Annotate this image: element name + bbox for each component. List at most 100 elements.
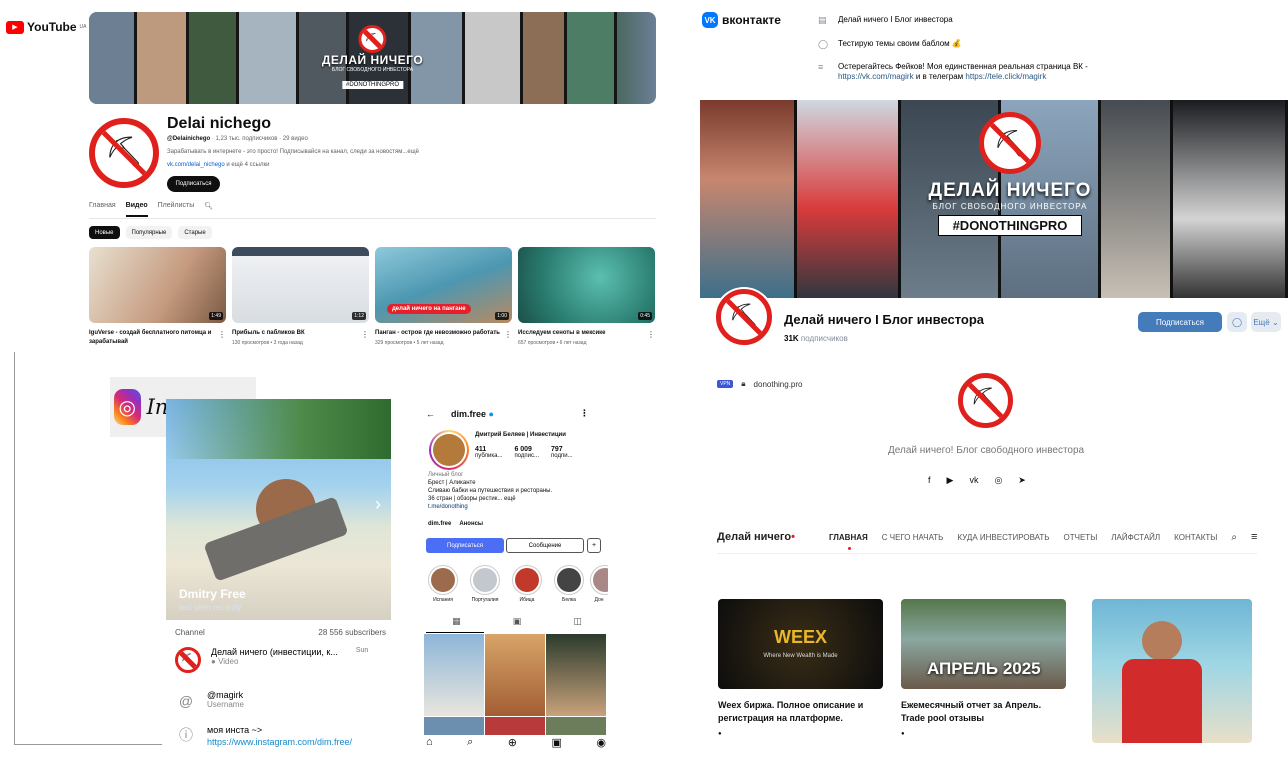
facebook-icon[interactable]: f [928, 475, 931, 486]
telegram-link[interactable]: https://tele.click/magirk [965, 72, 1046, 81]
site-logo[interactable]: ⛏ [958, 373, 1013, 428]
menu-icon[interactable]: ≡ [1251, 531, 1257, 543]
create-icon[interactable]: ⊕ [508, 736, 517, 749]
back-arrow-icon[interactable]: ← [426, 409, 435, 419]
add-user-icon[interactable]: + [587, 538, 601, 553]
article-card[interactable] [1092, 599, 1252, 743]
channel-meta: @Delainichego · 1,23 тыс. подписчиков · … [167, 136, 308, 142]
ig-stat-followers[interactable]: 6 009 подпис... [514, 446, 539, 459]
tagged-icon[interactable]: ◫ [573, 616, 582, 627]
channel-links[interactable]: vk.com/delai_nichego и ещё 4 ссылки [167, 162, 269, 168]
video-thumbnail[interactable]: 0:45 [518, 247, 655, 323]
nav-invest[interactable]: КУДА ИНВЕСТИРОВАТЬ [957, 533, 1049, 542]
more-icon[interactable]: ⋮ [580, 408, 589, 419]
nav-home[interactable]: ГЛАВНАЯ [829, 533, 868, 550]
nav-lifestyle[interactable]: ЛАЙФСТАЙЛ [1111, 533, 1160, 542]
vk-more-button[interactable]: Ещё ⌄ [1251, 312, 1281, 332]
threads-link[interactable]: dim.free [428, 521, 451, 527]
article-card[interactable]: WEEX Where New Wealth is Made Weex биржа… [718, 599, 883, 737]
grid-icon[interactable]: ▦ [452, 616, 461, 627]
article-image[interactable]: WEEX Where New Wealth is Made [718, 599, 883, 689]
video-card[interactable]: 1:12 Прибыль с пабликов ВК 130 просмотро… [232, 247, 369, 346]
vk-subscribe-button[interactable]: Подписаться [1138, 312, 1222, 332]
vk-logo[interactable]: VK вконтакте [702, 12, 781, 28]
reels-icon[interactable]: ▣ [552, 736, 562, 749]
telegram-channel-row[interactable]: ⛏ Делай ничего (инвестиции, к... Sun ● Vi… [175, 647, 368, 673]
more-icon[interactable]: ⋮ [361, 330, 369, 339]
article-title[interactable]: Weex биржа. Полное описание и регистраци… [718, 699, 883, 725]
ig-post[interactable] [424, 717, 484, 735]
subscribe-button[interactable]: Подписаться [167, 176, 220, 192]
video-title[interactable]: Исследуем сеноты в мексике [518, 329, 643, 338]
ig-highlight[interactable]: Дон [590, 565, 608, 603]
telegram-icon[interactable]: ➤ [1018, 475, 1026, 486]
site-domain[interactable]: donothing.pro [754, 380, 803, 389]
search-icon[interactable]: ⌕ [1231, 532, 1237, 543]
channel-description[interactable]: Зарабатывать в интернете - это просто! П… [167, 149, 419, 155]
ig-post[interactable] [485, 717, 545, 735]
youtube-logo[interactable]: ▶ YouTube UA [6, 20, 87, 34]
chip-new[interactable]: Новые [89, 226, 120, 239]
home-icon[interactable]: ⌂ [426, 736, 433, 749]
reels-icon[interactable]: ▣ [513, 616, 522, 627]
video-title[interactable]: Прибыль с пабликов ВК [232, 329, 357, 338]
article-image[interactable] [1092, 599, 1252, 743]
nav-contacts[interactable]: КОНТАКТЫ [1174, 533, 1217, 542]
video-title[interactable]: IguVerse - создай бесплатного питомца и … [89, 329, 214, 347]
channel-avatar[interactable]: ⛏ [89, 118, 159, 188]
more-icon[interactable]: ⋮ [647, 330, 655, 339]
vk-profile-link[interactable]: https://vk.com/magirk [838, 72, 914, 81]
ig-post[interactable] [546, 717, 606, 735]
ig-post[interactable] [424, 634, 484, 716]
channel-link-more[interactable]: и ещё 4 ссылки [226, 162, 269, 168]
announce-link[interactable]: Анонсы [459, 521, 483, 527]
video-title[interactable]: Панган - остров где невозможно работать [375, 329, 500, 338]
nav-reports[interactable]: ОТЧЕТЫ [1064, 533, 1098, 542]
ig-highlight[interactable]: Ибица [512, 565, 542, 603]
video-thumbnail[interactable]: 1:12 [232, 247, 369, 323]
more-icon[interactable]: ⋮ [504, 330, 512, 339]
ig-highlight[interactable]: Белка [554, 565, 584, 603]
ig-message-button[interactable]: Сообщение [506, 538, 584, 553]
vk-icon[interactable]: vk [969, 475, 978, 486]
chip-old[interactable]: Старые [178, 226, 212, 239]
telegram-username-row[interactable]: @ @magirk Username [175, 690, 244, 712]
video-card[interactable]: 0:45 Исследуем сеноты в мексике 657 прос… [518, 247, 655, 346]
vk-avatar[interactable]: ⛏ [714, 287, 774, 347]
ig-stat-following[interactable]: 797 подпи... [551, 446, 573, 459]
instagram-icon[interactable]: ◎ [994, 475, 1002, 486]
message-icon[interactable]: ◯ [1227, 312, 1247, 332]
search-icon[interactable]: ⌕ [467, 736, 473, 749]
tab-home[interactable]: Главная [89, 202, 116, 217]
article-card[interactable]: АПРЕЛЬ 2025 Ежемесячный отчет за Апрель.… [901, 599, 1066, 737]
nav-start[interactable]: С ЧЕГО НАЧАТЬ [882, 533, 944, 542]
tab-videos[interactable]: Видео [125, 202, 148, 217]
site-brand[interactable]: Делай ничего• [717, 531, 795, 543]
ig-avatar[interactable] [429, 430, 469, 470]
vk-subscribers[interactable]: 31K подписчиков [784, 334, 848, 343]
more-icon[interactable]: ⋮ [218, 330, 226, 339]
profile-icon[interactable]: ◉ [596, 736, 606, 749]
ig-highlight[interactable]: Португалия [470, 565, 500, 603]
article-image[interactable]: АПРЕЛЬ 2025 [901, 599, 1066, 689]
channel-link[interactable]: vk.com/delai_nichego [167, 162, 225, 168]
search-icon[interactable]: 🔍︎ [204, 202, 213, 217]
ig-follow-button[interactable]: Подписаться [426, 538, 504, 553]
video-card[interactable]: 1:49 IguVerse - создай бесплатного питом… [89, 247, 226, 347]
chip-popular[interactable]: Популярные [125, 226, 173, 239]
article-title[interactable]: Ежемесячный отчет за Апрель. Trade pool … [901, 699, 1066, 725]
ig-highlight[interactable]: Испания [428, 565, 458, 603]
video-card[interactable]: делай ничего на пангане 1:00 Панган - ос… [375, 247, 512, 346]
ig-post[interactable] [546, 634, 606, 716]
bio-link[interactable]: https://www.instagram.com/dim.free/ [207, 737, 352, 747]
video-thumbnail[interactable]: 1:49 [89, 247, 226, 323]
chevron-right-icon[interactable]: › [375, 494, 381, 515]
video-thumbnail[interactable]: делай ничего на пангане 1:00 [375, 247, 512, 323]
ig-bio-line[interactable]: 36 стран | обзоры рестик... ещё [428, 495, 603, 503]
ig-post[interactable] [485, 634, 545, 716]
youtube-icon[interactable]: ▶ [947, 475, 954, 486]
ig-bio-link[interactable]: t.me/donothing [428, 503, 603, 511]
vpn-badge[interactable]: VPN [717, 380, 734, 388]
tab-playlists[interactable]: Плейлисты [158, 202, 195, 217]
ig-stat-posts[interactable]: 411 публика... [475, 446, 502, 459]
